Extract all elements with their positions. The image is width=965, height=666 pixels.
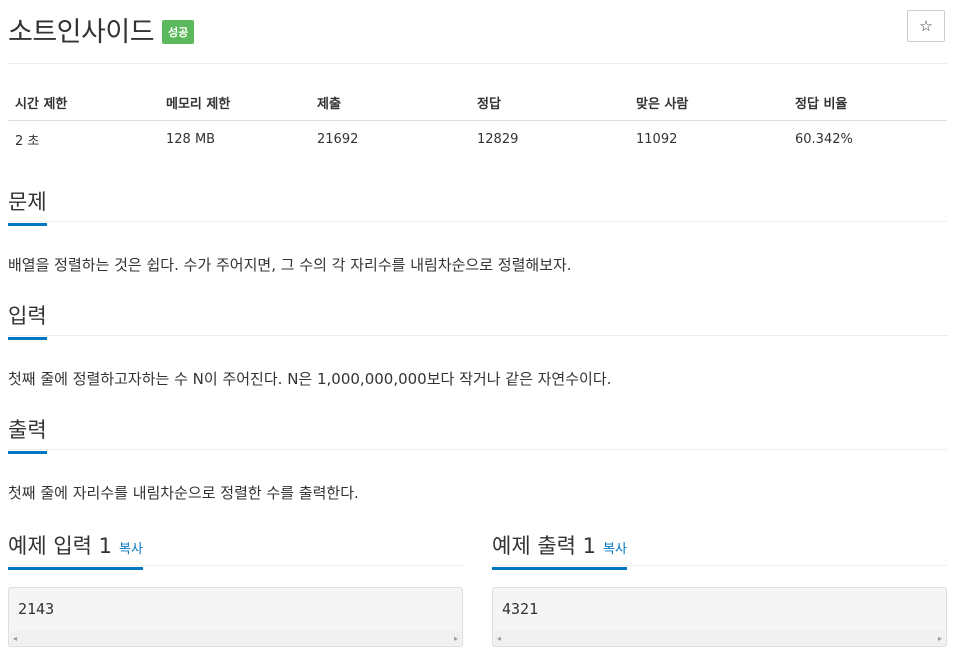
header-accepted: 정답 xyxy=(470,85,629,121)
divider xyxy=(8,63,947,64)
copy-input-link[interactable]: 복사 xyxy=(119,542,143,557)
scroll-right-icon[interactable]: ▸ xyxy=(938,634,942,643)
sample-output-text: 4321 xyxy=(502,600,539,618)
accepted-value: 12829 xyxy=(477,132,519,147)
header-submissions: 제출 xyxy=(310,85,470,121)
sample-input-title: 예제 입력 1 xyxy=(8,534,112,558)
section-divider xyxy=(8,335,947,336)
time-limit-value: 2 초 xyxy=(15,134,40,149)
sample-input-box: 2143 ◂ ▸ xyxy=(8,587,463,647)
problem-title: 소트인사이드 xyxy=(8,17,155,48)
header-accept-ratio: 정답 비율 xyxy=(788,85,947,121)
submissions-value: 21692 xyxy=(317,132,359,147)
input-section: 입력 첫째 줄에 정렬하고자하는 수 N이 주어진다. N은 1,000,000… xyxy=(8,300,947,388)
output-section: 출력 첫째 줄에 자리수를 내림차순으로 정렬한 수를 출력한다. xyxy=(8,414,947,502)
problem-header: 소트인사이드 성공 xyxy=(8,10,195,49)
header-memory-limit: 메모리 제한 xyxy=(159,85,310,121)
section-divider xyxy=(8,449,947,450)
accept-ratio-value: 60.342% xyxy=(795,132,853,147)
scroll-right-icon[interactable]: ▸ xyxy=(454,634,458,643)
horizontal-scrollbar[interactable]: ◂ ▸ xyxy=(494,631,945,645)
sample-output-section: 예제 출력 1 복사 4321 ◂ ▸ xyxy=(492,530,947,647)
sample-output-title: 예제 출력 1 xyxy=(492,534,596,558)
section-title-output: 출력 xyxy=(8,414,47,454)
header-time-limit: 시간 제한 xyxy=(8,85,159,121)
scroll-left-icon[interactable]: ◂ xyxy=(497,634,501,643)
section-title-problem: 문제 xyxy=(8,186,47,226)
section-title-input: 입력 xyxy=(8,300,47,340)
favorite-button[interactable]: ☆ xyxy=(907,10,945,42)
table-header-row: 시간 제한 메모리 제한 제출 정답 맞은 사람 정답 비율 xyxy=(8,85,947,121)
problem-description-text: 배열을 정렬하는 것은 쉽다. 수가 주어지면, 그 수의 각 자리수를 내림차… xyxy=(8,256,572,274)
star-icon: ☆ xyxy=(919,17,933,35)
problem-description-section: 문제 배열을 정렬하는 것은 쉽다. 수가 주어지면, 그 수의 각 자리수를 … xyxy=(8,186,947,274)
solvers-value: 11092 xyxy=(636,132,678,147)
section-divider xyxy=(8,221,947,222)
output-description-text: 첫째 줄에 자리수를 내림차순으로 정렬한 수를 출력한다. xyxy=(8,484,359,502)
sample-output-title-wrap: 예제 출력 1 복사 xyxy=(492,530,627,570)
copy-output-link[interactable]: 복사 xyxy=(603,542,627,557)
sample-output-box: 4321 ◂ ▸ xyxy=(492,587,947,647)
sample-input-title-wrap: 예제 입력 1 복사 xyxy=(8,530,143,570)
horizontal-scrollbar[interactable]: ◂ ▸ xyxy=(10,631,461,645)
scroll-left-icon[interactable]: ◂ xyxy=(13,634,17,643)
problem-info-table: 시간 제한 메모리 제한 제출 정답 맞은 사람 정답 비율 2 초 128 M… xyxy=(8,85,947,158)
sample-input-section: 예제 입력 1 복사 2143 ◂ ▸ xyxy=(8,530,463,647)
header-solvers: 맞은 사람 xyxy=(629,85,788,121)
memory-limit-value: 128 MB xyxy=(166,132,216,147)
input-description-text: 첫째 줄에 정렬하고자하는 수 N이 주어진다. N은 1,000,000,00… xyxy=(8,370,612,388)
table-row: 2 초 128 MB 21692 12829 11092 60.342% xyxy=(8,121,947,159)
status-badge: 성공 xyxy=(162,19,195,44)
sample-input-text: 2143 xyxy=(18,600,55,618)
